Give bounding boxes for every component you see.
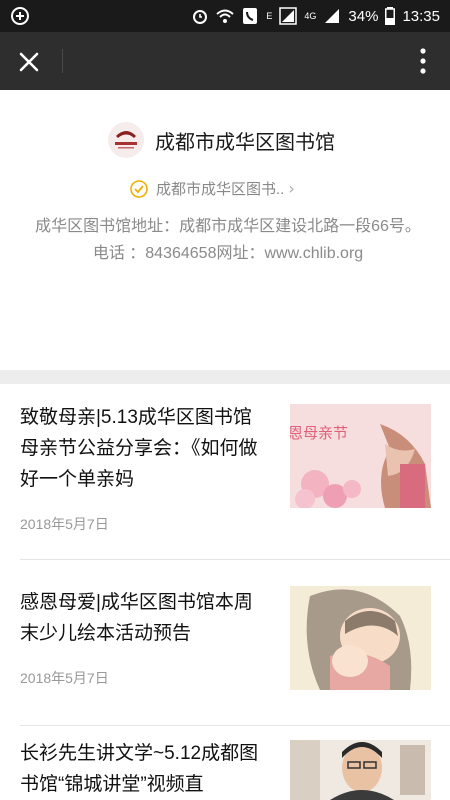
verified-entity-name: 成都市成华区图书.. <box>156 181 285 198</box>
network-type-label: 4G <box>304 11 317 21</box>
mothers-day-image <box>290 404 431 508</box>
account-logo[interactable] <box>108 122 144 158</box>
battery-icon <box>385 7 396 25</box>
more-options-icon[interactable] <box>418 46 428 76</box>
account-header: 成都市成华区图书馆 成都市成华区图书.. › 成华区图书馆地址：成都市成华区建设… <box>0 90 450 370</box>
section-separator <box>0 370 450 384</box>
app-notification-icon <box>11 7 29 25</box>
mother-child-image <box>290 586 431 690</box>
article-title: 致敬母亲|5.13成华区图书馆母亲节公益分享会：《如何做好一个单亲妈 <box>20 407 258 490</box>
article-date: 2018年5月7日 <box>20 516 109 532</box>
speaker-photo <box>290 740 431 800</box>
article-item[interactable]: 感恩母爱|成华区图书馆本周末少儿绘本活动预告 2018年5月7日 <box>0 560 450 725</box>
library-logo-icon <box>115 131 137 149</box>
signal-icon-2 <box>325 9 340 23</box>
nav-divider <box>62 49 63 73</box>
article-date: 2018年5月7日 <box>20 670 109 686</box>
account-name: 成都市成华区图书馆 <box>155 132 335 154</box>
article-thumbnail <box>290 740 431 800</box>
chevron-right-icon: › <box>288 179 295 198</box>
status-icons: E 4G 34% 13:35 <box>191 0 440 32</box>
battery-percent: 34% <box>348 7 379 25</box>
article-thumbnail <box>290 586 431 690</box>
article-title: 长衫先生讲文学~5.12成都图书馆“锦城讲堂”视频直 <box>20 743 259 795</box>
signal-icon-1 <box>279 7 298 25</box>
verified-check-icon <box>130 179 148 198</box>
phone-hd-icon <box>243 8 258 24</box>
wifi-icon <box>216 9 235 23</box>
article-item[interactable]: 致敬母亲|5.13成华区图书馆母亲节公益分享会：《如何做好一个单亲妈 2018年… <box>0 384 450 559</box>
edge-network-label: E <box>266 11 273 21</box>
clock: 13:35 <box>402 7 440 25</box>
top-nav-bar <box>0 32 450 90</box>
alarm-icon <box>193 10 208 24</box>
article-thumbnail: 恩母亲节 <box>290 404 431 508</box>
thumbnail-caption: 恩母亲节 <box>290 426 349 442</box>
verification-row[interactable]: 成都市成华区图书.. › <box>130 178 295 199</box>
account-description: 成华区图书馆地址：成都市成华区建设北路一段66号。电话 ：84364658网址：… <box>35 218 421 262</box>
article-title: 感恩母爱|成华区图书馆本周末少儿绘本活动预告 <box>20 592 253 644</box>
close-icon[interactable] <box>14 47 44 77</box>
status-bar: E 4G 34% 13:35 <box>0 0 450 32</box>
article-item[interactable]: 长衫先生讲文学~5.12成都图书馆“锦城讲堂”视频直 <box>0 726 450 800</box>
